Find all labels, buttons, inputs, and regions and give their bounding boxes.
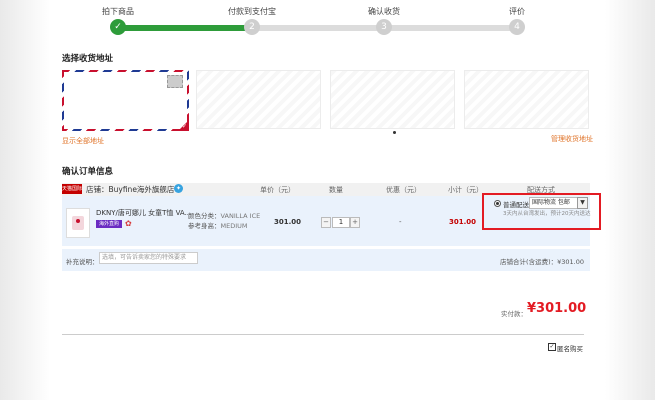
divider <box>62 334 584 335</box>
shipping-label: 普通配送 <box>503 201 529 209</box>
carousel-dot[interactable] <box>393 131 396 134</box>
order-section-title: 确认订单信息 <box>62 167 114 177</box>
product-thumbnail[interactable] <box>66 208 90 238</box>
chevron-down-icon[interactable]: ▼ <box>577 197 588 209</box>
anonymous-checkbox[interactable]: ✓ <box>548 343 556 351</box>
address-card[interactable] <box>464 70 589 129</box>
col-discount: 优惠（元） <box>386 186 421 194</box>
message-row: 补充说明： 选填，可告诉卖家您的特殊要求 店铺合计(含运费)：¥301.00 <box>62 249 590 271</box>
message-label: 补充说明： <box>66 258 99 266</box>
step-label-1: 拍下商品 <box>102 7 134 16</box>
col-subtotal: 小计（元） <box>448 186 483 194</box>
address-card[interactable] <box>196 70 321 129</box>
shipping-select[interactable]: 国际物流 包邮 <box>529 197 578 209</box>
step-check-icon: ✓ <box>110 19 126 35</box>
subtotal-value: 301.00 <box>449 218 477 226</box>
step-line-done <box>118 25 252 31</box>
shop-total: 店铺合计(含运费)：¥301.00 <box>500 258 584 266</box>
step-label-2: 付款到支付宝 <box>228 7 276 16</box>
step-label-3: 确认收货 <box>368 7 400 16</box>
step-number-4: 4 <box>509 19 525 35</box>
manage-address-link[interactable]: 管理收货地址 <box>551 134 593 144</box>
shipping-note: 3天内从台湾发出，预计20天内送达 <box>503 211 591 217</box>
shipping-radio[interactable] <box>494 200 501 207</box>
qty-plus-button[interactable]: + <box>350 217 360 228</box>
pay-amount: ¥301.00 <box>527 301 587 316</box>
right-shadow <box>605 0 655 400</box>
discount-value: - <box>399 218 402 226</box>
col-price: 单价（元） <box>260 186 295 194</box>
message-input[interactable]: 选填，可告诉卖家您的特殊要求 <box>99 252 198 264</box>
address-section-title: 选择收货地址 <box>62 54 114 64</box>
checkout-progress: 拍下商品 付款到支付宝 确认收货 评价 ✓ 2 3 4 <box>102 0 525 40</box>
product-title-link[interactable]: DKNY/唐可娜儿 女童T恤 VA... <box>96 208 191 218</box>
step-label-4: 评价 <box>509 7 525 16</box>
shipping-method-box: 普通配送 国际物流 包邮 ▼ 3天内从台湾发出，预计20天内送达 <box>482 193 601 230</box>
left-shadow <box>0 0 50 400</box>
show-all-address-link[interactable]: 显示全部地址 <box>62 136 104 146</box>
product-attributes: 颜色分类：VANILLA ICE 参考身高：MEDIUM <box>188 212 261 230</box>
tmall-global-logo: 天猫国际 <box>62 184 83 194</box>
anonymous-label: 匿名购买 <box>557 345 583 353</box>
address-card-selected[interactable]: ✓ <box>62 70 189 131</box>
overseas-direct-badge: 海外直购 <box>96 220 122 228</box>
stamp-icon <box>167 75 183 88</box>
chat-icon[interactable]: ✦ <box>174 184 183 193</box>
pay-label: 实付款： <box>501 310 527 318</box>
check-icon: ✓ <box>181 123 187 130</box>
step-number-2: 2 <box>244 19 260 35</box>
quantity-input[interactable]: 1 <box>332 217 350 228</box>
step-number-3: 3 <box>376 19 392 35</box>
address-card[interactable] <box>330 70 455 129</box>
unit-price: 301.00 <box>274 218 302 226</box>
flower-icon: ✿ <box>125 219 132 228</box>
qty-minus-button[interactable]: − <box>321 217 331 228</box>
shop-name-link[interactable]: 店铺：Buyfine海外旗舰店 <box>86 184 174 195</box>
col-qty: 数量 <box>329 186 343 194</box>
